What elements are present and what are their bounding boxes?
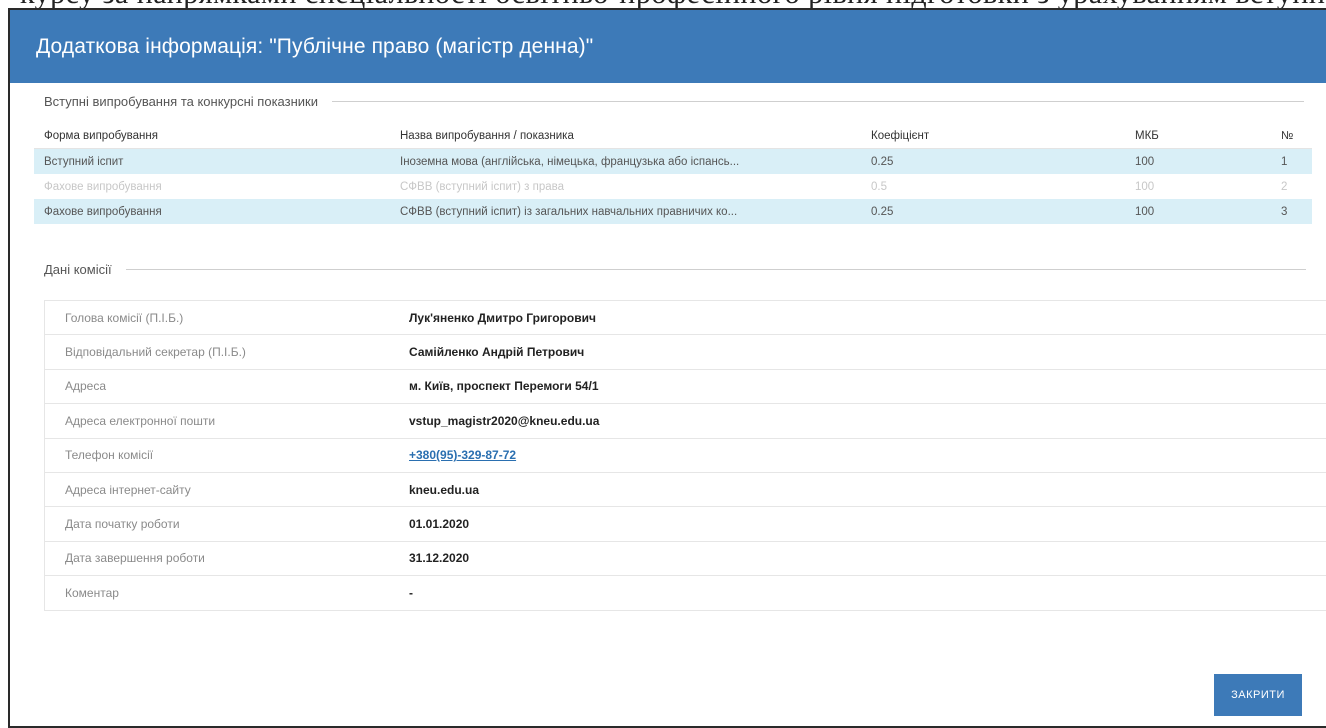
info-label: Адреса [45,369,384,403]
phone-link[interactable]: +380(95)-329-87-72 [409,448,516,462]
table-row[interactable]: Фахове випробування СФВВ (вступний іспит… [34,174,1312,199]
cell-number: 2 [1271,174,1312,199]
cell-min-score: 100 [1125,199,1271,224]
cell-number: 1 [1271,149,1312,175]
tests-section-legend: Вступні випробування та конкурсні показн… [44,94,1304,109]
column-header-min-score[interactable]: МКБ [1125,124,1271,149]
legend-divider [332,101,1304,102]
tests-table: Форма випробування Назва випробування / … [34,124,1312,224]
info-row-email: Адреса електронної пошти vstup_magistr20… [45,404,1326,438]
info-label: Адреса електронної пошти [45,404,384,438]
commission-section-legend: Дані комісії [44,262,1306,277]
cell-name: Іноземна мова (англійська, німецька, фра… [390,149,861,175]
additional-info-modal: Додаткова інформація: "Публічне право (м… [8,8,1326,728]
info-label: Дата початку роботи [45,507,384,541]
info-value: vstup_magistr2020@kneu.edu.ua [383,404,1326,438]
info-row-chair: Голова комісії (П.І.Б.) Лук'яненко Дмитр… [45,301,1326,335]
info-value: - [383,576,1326,610]
legend-divider [126,269,1306,270]
cell-form: Фахове випробування [34,174,390,199]
info-row-start-date: Дата початку роботи 01.01.2020 [45,507,1326,541]
info-row-phone: Телефон комісії +380(95)-329-87-72 [45,438,1326,472]
info-value: +380(95)-329-87-72 [383,438,1326,472]
column-header-form[interactable]: Форма випробування [34,124,390,149]
info-label: Голова комісії (П.І.Б.) [45,301,384,335]
info-value: Лук'яненко Дмитро Григорович [383,301,1326,335]
column-header-name[interactable]: Назва випробування / показника [390,124,861,149]
cell-coefficient: 0.25 [861,149,1125,175]
info-row-secretary: Відповідальний секретар (П.І.Б.) Самійле… [45,335,1326,369]
cell-min-score: 100 [1125,174,1271,199]
cell-form: Фахове випробування [34,199,390,224]
commission-info-table: Голова комісії (П.І.Б.) Лук'яненко Дмитр… [44,300,1326,611]
tests-section-title: Вступні випробування та конкурсні показн… [44,94,318,109]
info-label: Адреса інтернет-сайту [45,472,384,506]
info-label: Дата завершення роботи [45,541,384,575]
info-label: Телефон комісії [45,438,384,472]
table-row[interactable]: Вступний іспит Іноземна мова (англійська… [34,149,1312,175]
info-value: kneu.edu.ua [383,472,1326,506]
cell-coefficient: 0.25 [861,199,1125,224]
info-value: м. Київ, проспект Перемоги 54/1 [383,369,1326,403]
info-value: Самійленко Андрій Петрович [383,335,1326,369]
column-header-number[interactable]: № [1271,124,1312,149]
info-value: 01.01.2020 [383,507,1326,541]
close-button[interactable]: ЗАКРИТИ [1214,674,1302,716]
tests-table-header-row: Форма випробування Назва випробування / … [34,124,1312,149]
info-label: Відповідальний секретар (П.І.Б.) [45,335,384,369]
column-header-coefficient[interactable]: Коефіцієнт [861,124,1125,149]
commission-section-title: Дані комісії [44,262,112,277]
cell-number: 3 [1271,199,1312,224]
info-label: Коментар [45,576,384,610]
table-row[interactable]: Фахове випробування СФВВ (вступний іспит… [34,199,1312,224]
info-row-address: Адреса м. Київ, проспект Перемоги 54/1 [45,369,1326,403]
info-value: 31.12.2020 [383,541,1326,575]
cell-min-score: 100 [1125,149,1271,175]
info-row-website: Адреса інтернет-сайту kneu.edu.ua [45,472,1326,506]
info-row-end-date: Дата завершення роботи 31.12.2020 [45,541,1326,575]
info-row-comment: Коментар - [45,576,1326,610]
cell-form: Вступний іспит [34,149,390,175]
modal-title: Додаткова інформація: "Публічне право (м… [10,10,1326,83]
cell-name: СФВВ (вступний іспит) з права [390,174,861,199]
cell-coefficient: 0.5 [861,174,1125,199]
cell-name: СФВВ (вступний іспит) із загальних навча… [390,199,861,224]
